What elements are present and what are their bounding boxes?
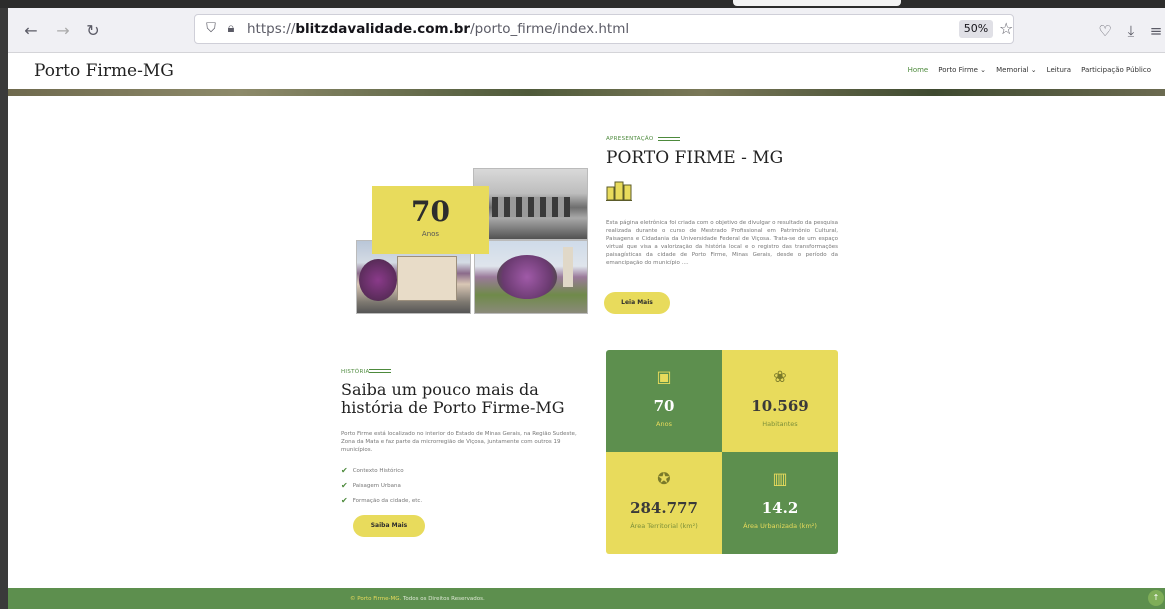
award-icon: ✪: [657, 469, 671, 488]
os-top-bar: [0, 0, 1165, 8]
window-edge: [0, 8, 8, 609]
square-photo: [474, 240, 588, 314]
stat-years: ▣ 70 Anos: [606, 350, 722, 452]
zoom-level-badge[interactable]: 50%: [959, 20, 993, 38]
certificate-icon: ▣: [656, 367, 672, 386]
arrow-right-icon: →: [56, 21, 70, 40]
site-nav: Home Porto Firme ⌄ Memorial ⌄ Leitura Pa…: [908, 66, 1151, 74]
check-icon: ✔: [341, 496, 348, 505]
hero-image-strip: [8, 89, 1165, 96]
stat-inhabitants: ❀ 10.569 Habitantes: [722, 350, 838, 452]
site-footer: © Porto Firme-MG. Todos os Direitos Rese…: [8, 588, 1165, 609]
years-value: 70: [411, 195, 450, 228]
historic-photo: [473, 168, 588, 240]
list-item: ✔ Contexto Histórico: [341, 466, 404, 475]
site-logo[interactable]: Porto Firme-MG: [34, 61, 174, 81]
nav-home[interactable]: Home: [908, 66, 929, 74]
buildings-icon: [606, 181, 632, 201]
people-icon: ❀: [773, 367, 787, 386]
footer-copyright: © Porto Firme-MG. Todos os Direitos Rese…: [350, 596, 485, 602]
stat-urban-area: ▥ 14.2 Área Urbanizada (km²): [722, 452, 838, 554]
window-tab-handle[interactable]: [733, 0, 901, 6]
list-item: ✔ Formação da cidade, etc.: [341, 496, 423, 505]
web-page: Porto Firme-MG Home Porto Firme ⌄ Memori…: [8, 53, 1165, 609]
arrow-left-icon: ←: [24, 21, 38, 40]
check-icon: ✔: [341, 481, 348, 490]
nav-participacao[interactable]: Participação Público: [1081, 66, 1151, 74]
intro-title: PORTO FIRME - MG: [606, 148, 784, 168]
check-icon: ✔: [341, 466, 348, 475]
shield-icon[interactable]: ⛉: [203, 21, 219, 37]
site-header: Porto Firme-MG Home Porto Firme ⌄ Memori…: [8, 53, 1165, 89]
learn-more-button[interactable]: Saiba Mais: [353, 515, 425, 537]
address-bar[interactable]: ⛉ 🔒︎ https://blitzdavalidade.com.br/port…: [194, 14, 1014, 44]
forward-button[interactable]: →: [54, 22, 72, 40]
history-title: Saiba um pouco mais da história de Porto…: [341, 380, 565, 417]
pocket-icon[interactable]: ♡: [1096, 22, 1114, 40]
lock-icon[interactable]: 🔒︎: [223, 21, 239, 37]
browser-toolbar: ← → ↻ ⛉ 🔒︎ https://blitzdavalidade.com.b…: [8, 8, 1165, 53]
download-icon[interactable]: ⤓: [1122, 22, 1140, 40]
history-text: Porto Firme está localizado no interior …: [341, 431, 577, 453]
back-to-top-button[interactable]: ↑: [1148, 590, 1164, 606]
stat-territory: ✪ 284.777 Área Territorial (km²): [606, 452, 722, 554]
eyebrow-divider: [658, 137, 680, 141]
bookmark-star-icon[interactable]: ☆: [999, 19, 1013, 38]
nav-memorial[interactable]: Memorial ⌄: [996, 66, 1037, 74]
arrow-up-icon: ↑: [1152, 593, 1160, 602]
url-text[interactable]: https://blitzdavalidade.com.br/porto_fir…: [247, 21, 629, 37]
back-button[interactable]: ←: [22, 22, 40, 40]
eyebrow-divider: [369, 369, 391, 373]
years-label: Anos: [421, 230, 440, 238]
nav-porto-firme[interactable]: Porto Firme ⌄: [938, 66, 986, 74]
list-item: ✔ Paisagem Urbana: [341, 481, 401, 490]
intro-eyebrow: APRESENTAÇÃO: [606, 136, 654, 142]
history-checklist: ✔ Contexto Histórico ✔ Paisagem Urbana ✔ Fo…: [341, 463, 422, 508]
stats-grid: ▣ 70 Anos ❀ 10.569 Habitantes ✪ 284.777 …: [606, 350, 838, 554]
years-badge: 70 Anos: [372, 186, 489, 254]
history-eyebrow: HISTÓRIA: [341, 369, 370, 375]
reload-icon: ↻: [86, 21, 100, 40]
menu-icon[interactable]: ≡: [1147, 22, 1165, 40]
read-more-button[interactable]: Leia Mais: [604, 292, 670, 314]
intro-text: Esta página eletrônica foi criada com o …: [606, 220, 838, 266]
reload-button[interactable]: ↻: [84, 22, 102, 40]
city-chart-icon: ▥: [772, 469, 788, 488]
nav-leitura[interactable]: Leitura: [1047, 66, 1071, 74]
